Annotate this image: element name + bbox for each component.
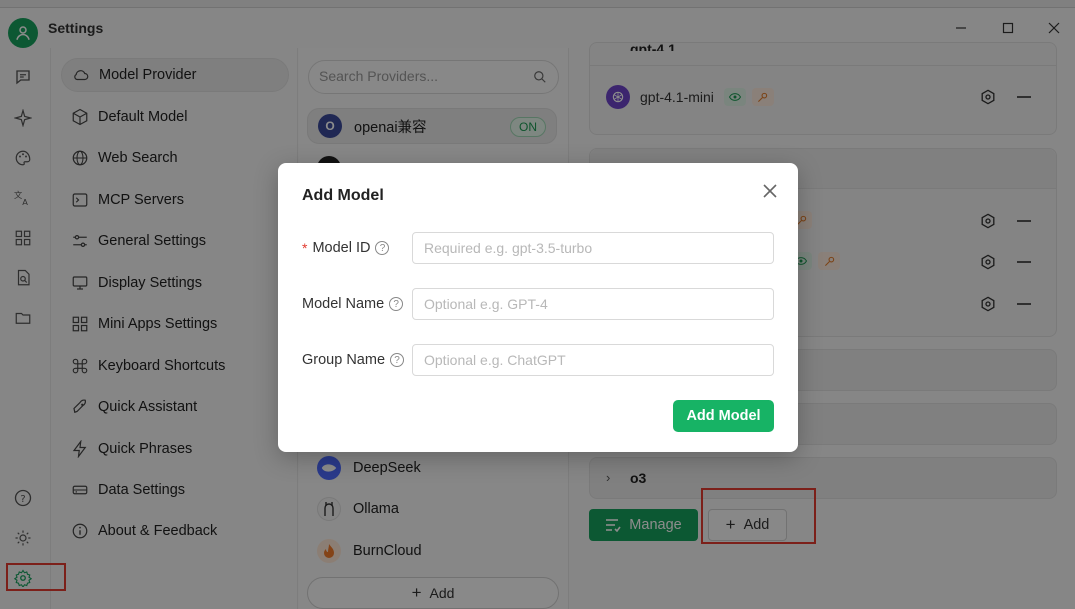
field-label-text: Group Name	[302, 352, 386, 368]
model-name-input[interactable]	[412, 288, 774, 320]
close-icon[interactable]	[760, 181, 780, 201]
field-label-text: Model ID	[312, 240, 371, 256]
add-model-dialog: Add Model * Model ID ? Model Name ? Grou…	[278, 163, 798, 452]
help-icon[interactable]: ?	[390, 353, 405, 367]
help-icon[interactable]: ?	[375, 241, 390, 255]
field-label-text: Model Name	[302, 296, 385, 312]
model-id-input[interactable]	[412, 232, 774, 264]
model-id-label: * Model ID ?	[302, 240, 390, 256]
group-name-input[interactable]	[412, 344, 774, 376]
required-marker: *	[302, 240, 308, 256]
group-name-label: Group Name ?	[302, 352, 405, 368]
add-model-submit-button[interactable]: Add Model	[673, 400, 774, 432]
dialog-title: Add Model	[302, 187, 384, 204]
help-icon[interactable]: ?	[389, 297, 404, 311]
model-name-label: Model Name ?	[302, 296, 404, 312]
